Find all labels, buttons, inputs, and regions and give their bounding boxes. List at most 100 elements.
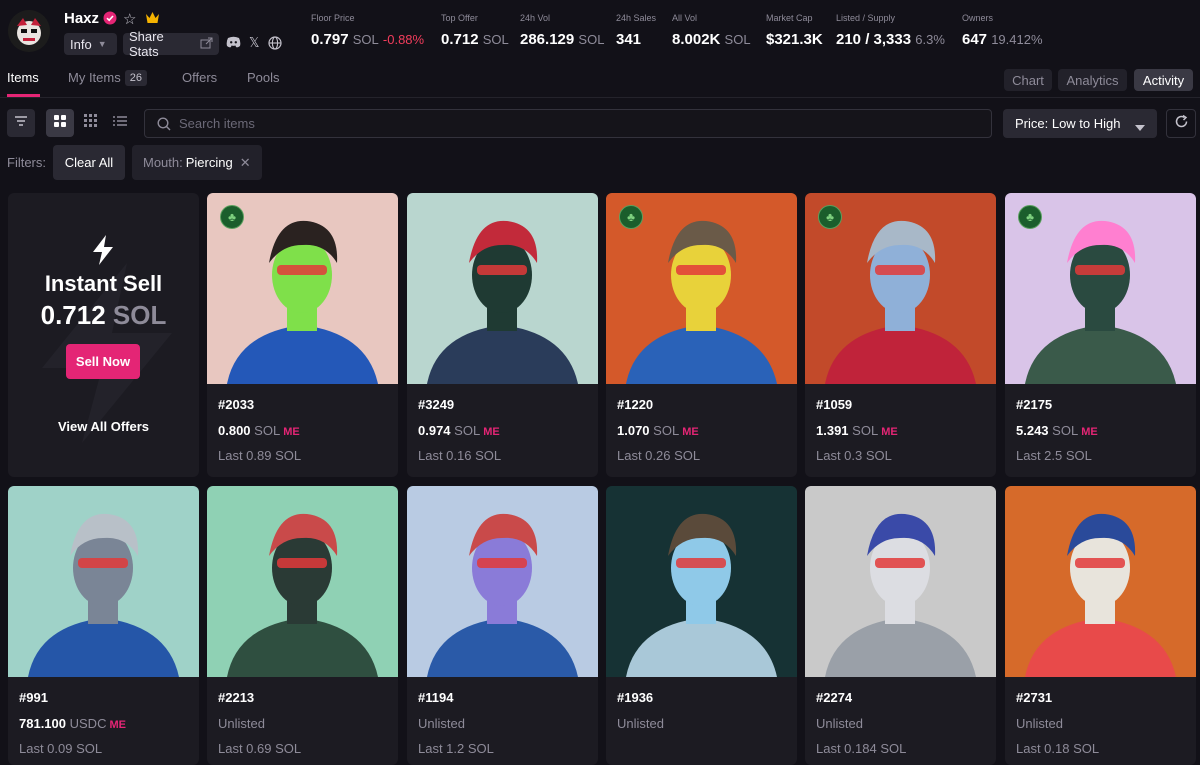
caret-down-icon xyxy=(1135,119,1145,134)
stat-top-offer: Top Offer 0.712 SOL xyxy=(441,13,509,48)
nft-price: 781.100 USDC ME xyxy=(19,716,126,731)
stat-owners: Owners 647 19.412% xyxy=(962,13,1043,48)
nft-image xyxy=(407,193,598,384)
nft-image xyxy=(1005,486,1196,677)
marketplace-logo-icon: ME xyxy=(1081,426,1098,438)
nft-price-unit: SOL xyxy=(254,423,281,438)
share-stats-button[interactable]: Share Stats xyxy=(123,29,219,59)
tab-activity[interactable]: Activity xyxy=(1134,69,1193,91)
stat-label: 24h Vol xyxy=(520,13,551,23)
view-grid-large-button[interactable] xyxy=(46,109,74,137)
crown-icon xyxy=(145,11,160,27)
nft-card[interactable]: #1194 Unlisted Last 1.2 SOL xyxy=(407,486,598,765)
tab-items[interactable]: Items xyxy=(7,70,39,85)
grid-small-icon xyxy=(83,114,97,132)
discord-icon[interactable] xyxy=(226,36,241,51)
nft-card[interactable]: #2213 Unlisted Last 0.69 SOL xyxy=(207,486,398,765)
filter-chip-mouth[interactable]: Mouth: Piercing ✕ xyxy=(132,145,262,180)
refresh-button[interactable] xyxy=(1166,109,1196,138)
stat-market-cap: Market Cap $321.3K xyxy=(766,13,823,48)
nft-image xyxy=(407,486,598,677)
tab-my-items[interactable]: My Items 26 xyxy=(68,70,147,86)
nft-card[interactable]: #991 781.100 USDC ME Last 0.09 SOL xyxy=(8,486,199,765)
stat-listed-supply: Listed / Supply 210 / 3,333 6.3% xyxy=(836,13,945,48)
nft-card[interactable]: ♣ #2175 5.243 SOL ME Last 2.5 SOL xyxy=(1005,193,1196,477)
nft-number: #1059 xyxy=(816,397,853,412)
view-list-button[interactable] xyxy=(106,109,134,137)
nft-last-sale: Last 0.184 SOL xyxy=(816,741,907,756)
nft-price-unit: SOL xyxy=(454,423,481,438)
stat-value: 286.129 xyxy=(520,31,575,48)
nft-card[interactable]: #2731 Unlisted Last 0.18 SOL xyxy=(1005,486,1196,765)
info-label: Info xyxy=(70,36,92,52)
nft-card[interactable]: ♣ #1059 1.391 SOL ME Last 0.3 SOL xyxy=(805,193,996,477)
star-icon[interactable]: ☆ xyxy=(123,10,136,28)
nft-status: Unlisted xyxy=(1016,716,1063,731)
tab-offers[interactable]: Offers xyxy=(182,70,217,85)
search-input[interactable] xyxy=(179,110,979,137)
tab-chart[interactable]: Chart xyxy=(1004,69,1052,91)
nft-card[interactable]: #3249 0.974 SOL ME Last 0.16 SOL xyxy=(407,193,598,477)
marketplace-logo-icon: ME xyxy=(881,426,898,438)
tab-analytics[interactable]: Analytics xyxy=(1058,69,1127,91)
collection-header: Haxz ☆ Info ▼ Share Stats 𝕏 Floor Price … xyxy=(0,0,1200,62)
tab-pools[interactable]: Pools xyxy=(247,70,280,85)
stat-unit: SOL xyxy=(482,32,509,47)
nft-status: Unlisted xyxy=(617,716,664,731)
nft-card[interactable]: ♣ #2033 0.800 SOL ME Last 0.89 SOL xyxy=(207,193,398,477)
nft-last-sale: Last 0.69 SOL xyxy=(218,741,302,756)
stat-value: 647 xyxy=(962,31,988,48)
nft-card[interactable]: #1936 Unlisted xyxy=(606,486,797,765)
nft-price-value: 5.243 xyxy=(1016,423,1049,438)
nft-last-sale: Last 0.09 SOL xyxy=(19,741,103,756)
nft-price-value: 0.974 xyxy=(418,423,451,438)
nft-image xyxy=(207,486,398,677)
view-grid-small-button[interactable] xyxy=(76,109,104,137)
clear-all-button[interactable]: Clear All xyxy=(53,145,125,180)
nft-price-value: 1.391 xyxy=(816,423,849,438)
nft-price-unit: SOL xyxy=(852,423,879,438)
view-all-offers-link[interactable]: View All Offers xyxy=(8,419,199,434)
sort-value: Price: Low to High xyxy=(1015,116,1121,131)
stat-label: 24h Sales xyxy=(616,13,657,23)
close-icon[interactable]: ✕ xyxy=(240,155,251,171)
nft-last-sale: Last 0.3 SOL xyxy=(816,448,892,463)
filters-label: Filters: xyxy=(7,155,46,170)
nft-price: 1.391 SOL ME xyxy=(816,423,898,438)
collection-avatar[interactable] xyxy=(8,10,50,52)
stat-label: Market Cap xyxy=(766,13,813,23)
tab-my-items-label: My Items xyxy=(68,70,121,85)
nft-last-sale: Last 0.89 SOL xyxy=(218,448,302,463)
nft-price-unit: SOL xyxy=(1052,423,1079,438)
x-twitter-icon[interactable]: 𝕏 xyxy=(249,35,259,51)
nft-number: #1220 xyxy=(617,397,654,412)
stat-extra: 19.412% xyxy=(991,32,1043,47)
nft-price-value: 781.100 xyxy=(19,716,66,731)
instant-sell-price: 0.712 SOL xyxy=(8,300,199,331)
nft-number: #991 xyxy=(19,690,48,705)
nft-price-value: 1.070 xyxy=(617,423,650,438)
nft-last-sale: Last 0.16 SOL xyxy=(418,448,502,463)
nft-number: #2033 xyxy=(218,397,255,412)
globe-icon[interactable] xyxy=(268,36,282,53)
stat-value: 8.002K xyxy=(672,31,721,48)
filter-toggle-button[interactable] xyxy=(7,109,35,137)
nft-number: #2274 xyxy=(816,690,853,705)
nft-card[interactable]: #2274 Unlisted Last 0.184 SOL xyxy=(805,486,996,765)
stat-24h-vol: 24h Vol 286.129 SOL xyxy=(520,13,604,48)
share-icon xyxy=(200,37,213,52)
stat-unit: SOL xyxy=(352,32,379,47)
nft-status: Unlisted xyxy=(816,716,863,731)
search-box xyxy=(144,109,992,138)
info-button[interactable]: Info ▼ xyxy=(64,33,117,55)
nft-last-sale: Last 0.18 SOL xyxy=(1016,741,1100,756)
sell-now-button[interactable]: Sell Now xyxy=(66,344,140,379)
nft-card[interactable]: ♣ #1220 1.070 SOL ME Last 0.26 SOL xyxy=(606,193,797,477)
stat-label: Floor Price xyxy=(311,13,355,23)
nft-image xyxy=(805,486,996,677)
sort-dropdown[interactable]: Price: Low to High xyxy=(1003,109,1157,138)
refresh-icon xyxy=(1174,114,1189,134)
nft-price: 1.070 SOL ME xyxy=(617,423,699,438)
grid-large-icon xyxy=(54,114,66,132)
filter-chip-trait: Mouth: xyxy=(143,155,183,170)
